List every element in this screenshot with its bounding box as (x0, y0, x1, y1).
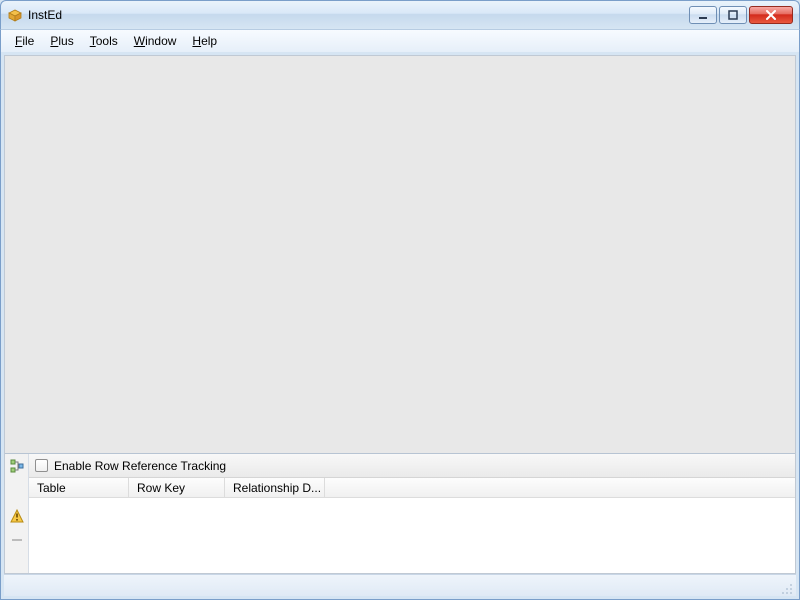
col-row-key[interactable]: Row Key (129, 478, 225, 497)
panel-gutter (5, 454, 29, 573)
panel-columns: Table Row Key Relationship D... (29, 478, 795, 498)
enable-tracking-checkbox[interactable] (35, 459, 48, 472)
drag-handle-icon[interactable] (9, 532, 25, 548)
panel-main: Enable Row Reference Tracking Table Row … (29, 454, 795, 573)
document-area (5, 56, 795, 453)
col-table[interactable]: Table (29, 478, 129, 497)
col-spacer (325, 478, 795, 497)
minimize-button[interactable] (689, 6, 717, 24)
menu-plus[interactable]: Plus (42, 32, 81, 50)
menu-window[interactable]: Window (126, 32, 185, 50)
maximize-button[interactable] (719, 6, 747, 24)
menu-tools[interactable]: Tools (82, 32, 126, 50)
close-button[interactable] (749, 6, 793, 24)
window-controls (689, 6, 793, 24)
titlebar: InstEd (0, 0, 800, 30)
reference-panel: Enable Row Reference Tracking Table Row … (5, 453, 795, 573)
panel-body (29, 498, 795, 573)
panel-toolbar: Enable Row Reference Tracking (29, 454, 795, 478)
enable-tracking-label: Enable Row Reference Tracking (54, 459, 226, 473)
menu-help[interactable]: Help (184, 32, 225, 50)
statusbar (4, 574, 796, 596)
workspace: Enable Row Reference Tracking Table Row … (4, 55, 796, 574)
menubar: File Plus Tools Window Help (0, 30, 800, 52)
warning-icon[interactable] (9, 508, 25, 524)
menu-file[interactable]: File (7, 32, 42, 50)
app-icon (7, 7, 23, 23)
tree-icon[interactable] (9, 458, 25, 474)
client-area: Enable Row Reference Tracking Table Row … (0, 52, 800, 600)
col-relationship[interactable]: Relationship D... (225, 478, 325, 497)
size-grip-icon[interactable] (778, 580, 794, 596)
window-title: InstEd (28, 8, 62, 22)
